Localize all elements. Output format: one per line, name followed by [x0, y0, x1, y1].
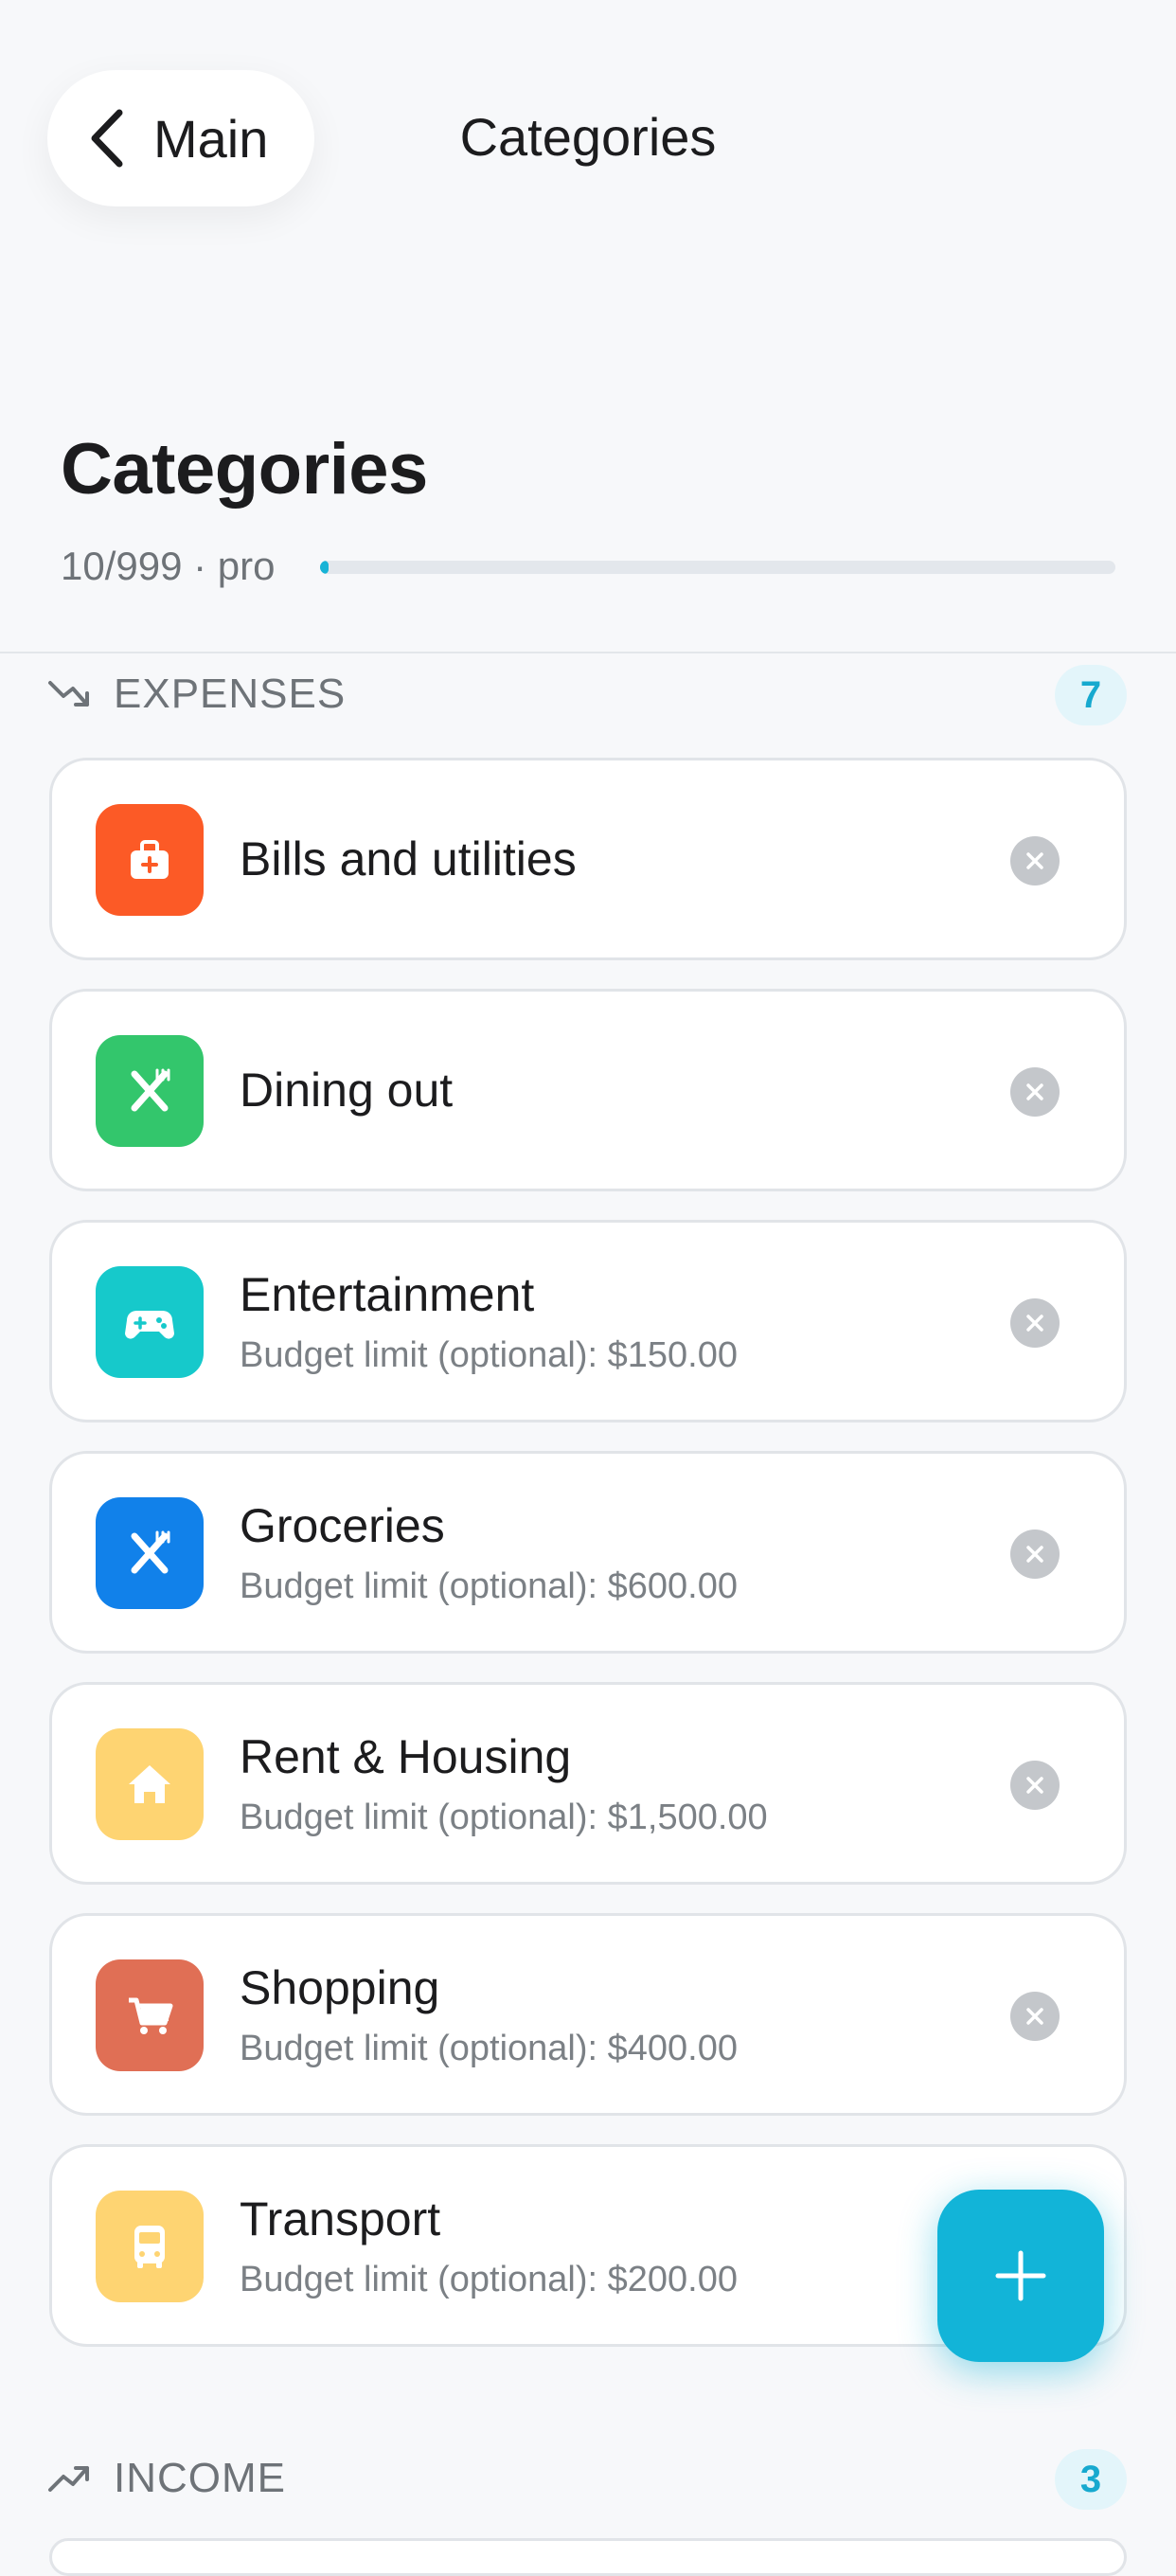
category-budget-limit: Budget limit (optional): $400.00: [240, 2028, 738, 2068]
category-budget-limit: Budget limit (optional): $1,500.00: [240, 1797, 768, 1837]
close-icon: [1026, 852, 1043, 869]
expenses-count-badge: 7: [1055, 665, 1127, 725]
quota-row: 10/999 · pro: [61, 540, 1115, 593]
top-navigation-bar: Main Categories: [0, 0, 1176, 208]
income-section-header: INCOME 3: [47, 2445, 1127, 2512]
income-count-badge: 3: [1055, 2449, 1127, 2510]
category-card[interactable]: Groceries Budget limit (optional): $600.0…: [49, 1451, 1127, 1654]
close-icon: [1026, 2008, 1043, 2025]
divider: [0, 652, 1176, 653]
page-title: Categories: [61, 429, 428, 510]
category-card[interactable]: Bills and utilities: [49, 758, 1127, 960]
category-card[interactable]: Entertainment Budget limit (optional): $1…: [49, 1220, 1127, 1422]
category-text: Dining out: [240, 1063, 1001, 1118]
expenses-section-header: EXPENSES 7: [47, 661, 1127, 727]
category-name: Groceries: [240, 1498, 445, 1552]
category-budget-limit: Budget limit (optional): $200.00: [240, 2259, 738, 2299]
remove-category-button[interactable]: [1010, 1298, 1060, 1348]
category-card[interactable]: Shopping Budget limit (optional): $400.00: [49, 1913, 1127, 2116]
fork-knife-icon: [96, 1497, 204, 1609]
quota-progress-bar: [320, 561, 1115, 574]
trending-up-icon: [48, 2466, 89, 2492]
category-budget-limit: Budget limit (optional): $600.00: [240, 1565, 738, 1606]
category-text: Groceries Budget limit (optional): $600.0…: [240, 1498, 1001, 1607]
category-name: Shopping: [240, 1960, 440, 2014]
close-icon: [1026, 1315, 1043, 1332]
category-text: Entertainment Budget limit (optional): $1…: [240, 1267, 1001, 1376]
remove-category-button[interactable]: [1010, 1067, 1060, 1117]
income-section-label: INCOME: [114, 2455, 286, 2501]
close-icon: [1026, 1083, 1043, 1100]
gamepad-icon: [96, 1266, 204, 1378]
nav-title: Categories: [459, 107, 717, 167]
close-icon: [1026, 1546, 1043, 1563]
category-card[interactable]: Rent & Housing Budget limit (optional): $…: [49, 1682, 1127, 1885]
plus-icon: [995, 2250, 1046, 2301]
remove-category-button[interactable]: [1010, 1530, 1060, 1579]
remove-category-button[interactable]: [1010, 1992, 1060, 2041]
category-name: Bills and utilities: [240, 832, 577, 886]
expenses-section-label: EXPENSES: [114, 671, 347, 717]
category-text: Rent & Housing Budget limit (optional): $…: [240, 1729, 1001, 1838]
income-category-card-partial[interactable]: [49, 2538, 1127, 2576]
house-icon: [96, 1728, 204, 1840]
bus-icon: [96, 2191, 204, 2302]
add-category-button[interactable]: [937, 2190, 1104, 2362]
category-budget-limit: Budget limit (optional): $150.00: [240, 1334, 738, 1375]
quota-progress-fill: [320, 561, 329, 574]
quota-text: 10/999 · pro: [61, 544, 276, 588]
remove-category-button[interactable]: [1010, 836, 1060, 886]
expense-category-list: Bills and utilities Dining out Entertainme…: [49, 758, 1127, 2375]
trending-down-icon: [48, 681, 89, 707]
category-name: Transport: [240, 2191, 441, 2245]
category-name: Rent & Housing: [240, 1729, 572, 1783]
category-text: Shopping Budget limit (optional): $400.00: [240, 1960, 1001, 2069]
remove-category-button[interactable]: [1010, 1761, 1060, 1810]
category-card[interactable]: Dining out: [49, 989, 1127, 1191]
category-text: Transport Budget limit (optional): $200.0…: [240, 2191, 1001, 2300]
category-text: Bills and utilities: [240, 832, 1001, 886]
first-aid-kit-icon: [96, 804, 204, 916]
cart-icon: [96, 1959, 204, 2071]
fork-knife-icon: [96, 1035, 204, 1147]
category-name: Dining out: [240, 1064, 454, 1117]
close-icon: [1026, 1777, 1043, 1794]
category-name: Entertainment: [240, 1267, 535, 1321]
